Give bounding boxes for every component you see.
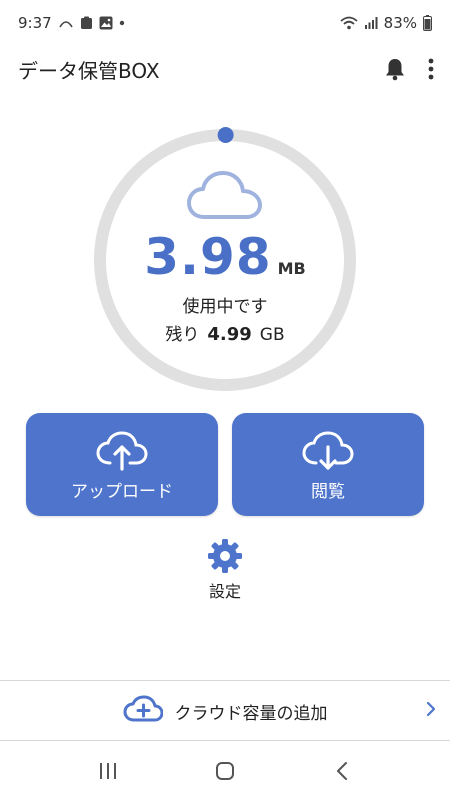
app-actions <box>384 57 434 81</box>
remaining-label: 残り <box>165 325 200 345</box>
notification-arc-icon <box>58 17 74 29</box>
settings-button[interactable]: 設定 <box>175 536 275 606</box>
home-icon[interactable] <box>200 751 250 791</box>
divider <box>0 680 450 681</box>
dot-icon <box>119 20 125 26</box>
remaining-value: 4.99 <box>207 324 252 345</box>
bell-icon[interactable] <box>384 57 406 81</box>
system-nav-bar <box>0 742 450 800</box>
used-value: 3.98 <box>144 228 272 286</box>
battery-percent: 83% <box>383 14 417 32</box>
upload-button[interactable]: アップロード <box>26 413 218 516</box>
chevron-right-icon <box>426 701 436 721</box>
cloud-download-icon <box>300 431 356 475</box>
usage-ring-knob <box>217 127 234 144</box>
gear-icon <box>207 538 243 578</box>
cloud-icon <box>186 170 264 226</box>
add-cloud-capacity-row[interactable]: クラウド容量の追加 <box>0 682 450 740</box>
remaining-unit: GB <box>259 325 285 345</box>
divider <box>0 740 450 741</box>
app-title: データ保管BOX <box>18 58 160 83</box>
used-unit: MB <box>277 259 306 278</box>
remaining-row: 残り 4.99 GB <box>0 320 450 345</box>
status-left: 9:37 <box>18 14 125 32</box>
recent-apps-icon[interactable] <box>83 751 133 791</box>
clipboard-icon <box>80 16 93 30</box>
browse-label: 閲覧 <box>311 482 345 502</box>
gallery-icon <box>99 16 113 30</box>
back-icon[interactable] <box>317 751 367 791</box>
status-right: 83% <box>340 14 432 32</box>
battery-icon <box>423 15 432 31</box>
browse-button[interactable]: 閲覧 <box>232 413 424 516</box>
signal-icon <box>364 16 378 30</box>
status-time: 9:37 <box>18 14 52 32</box>
cloud-upload-icon <box>94 431 150 475</box>
upload-label: アップロード <box>71 482 173 502</box>
add-cloud-label: クラウド容量の追加 <box>174 703 328 724</box>
wifi-icon <box>340 16 358 30</box>
settings-label: 設定 <box>208 582 241 601</box>
used-amount: 3.98 MB <box>0 228 450 286</box>
status-bar: 9:37 83% <box>0 0 450 46</box>
more-vert-icon[interactable] <box>428 58 434 80</box>
in-use-label: 使用中です <box>182 297 268 317</box>
app-bar: データ保管BOX <box>0 46 450 92</box>
cloud-add-icon <box>123 695 163 727</box>
